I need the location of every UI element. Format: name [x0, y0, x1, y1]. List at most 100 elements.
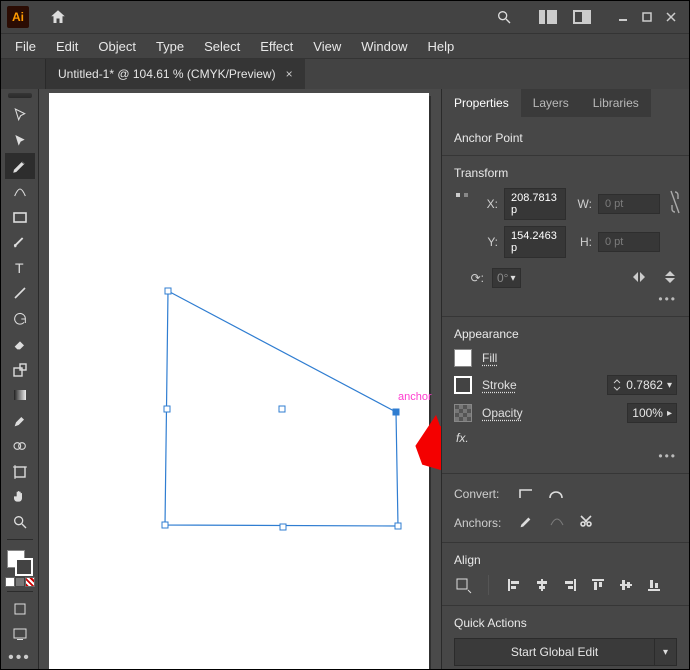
- app-badge: Ai: [7, 6, 29, 28]
- direct-selection-tool[interactable]: [5, 128, 35, 153]
- rectangle-tool[interactable]: [5, 204, 35, 229]
- cut-path-icon[interactable]: [578, 513, 594, 532]
- fill-stroke-swatches[interactable]: [5, 548, 35, 575]
- opacity-swatch[interactable]: [454, 404, 472, 422]
- opacity-field[interactable]: 100% ▸: [627, 403, 677, 423]
- align-vcenter-icon[interactable]: [617, 576, 635, 594]
- align-top-icon[interactable]: [589, 576, 607, 594]
- home-icon[interactable]: [45, 4, 71, 30]
- start-global-edit-button[interactable]: Start Global Edit: [454, 638, 655, 666]
- tab-libraries[interactable]: Libraries: [581, 89, 651, 117]
- pen-tool[interactable]: [5, 153, 35, 178]
- fill-label[interactable]: Fill: [482, 351, 497, 365]
- window-close-button[interactable]: [659, 7, 683, 27]
- quick-actions-heading: Quick Actions: [454, 616, 677, 630]
- x-label: X:: [478, 197, 498, 211]
- transform-heading: Transform: [454, 166, 677, 180]
- scale-tool[interactable]: [5, 357, 35, 382]
- appearance-heading: Appearance: [454, 327, 677, 341]
- menu-edit[interactable]: Edit: [46, 35, 88, 58]
- h-field[interactable]: 0 pt: [598, 232, 660, 252]
- convert-corner-icon[interactable]: [518, 484, 534, 503]
- y-label: Y:: [478, 235, 498, 249]
- appearance-more-icon[interactable]: •••: [454, 445, 677, 463]
- zoom-tool[interactable]: [5, 510, 35, 535]
- y-field[interactable]: 154.2463 p: [504, 226, 566, 258]
- x-field[interactable]: 208.7813 p: [504, 188, 566, 220]
- anchors-label: Anchors:: [454, 516, 508, 530]
- arrange-documents-icon[interactable]: [535, 4, 561, 30]
- align-hcenter-icon[interactable]: [533, 576, 551, 594]
- remove-anchor-icon[interactable]: [518, 513, 534, 532]
- document-tab-title: Untitled-1* @ 104.61 % (CMYK/Preview): [58, 67, 276, 81]
- tab-properties[interactable]: Properties: [442, 89, 521, 117]
- screen-mode[interactable]: [5, 622, 35, 647]
- path-object[interactable]: [49, 93, 429, 669]
- flip-horizontal-icon[interactable]: [631, 270, 647, 287]
- connect-endpoints-icon[interactable]: [548, 513, 564, 532]
- rotate-tool[interactable]: [5, 306, 35, 331]
- artboard-tool[interactable]: [5, 459, 35, 484]
- menu-window[interactable]: Window: [351, 35, 417, 58]
- reference-point-icon[interactable]: [454, 188, 470, 204]
- menu-object[interactable]: Object: [88, 35, 146, 58]
- toolbox: T •••: [1, 89, 39, 669]
- selection-tool[interactable]: [5, 102, 35, 127]
- tab-layers[interactable]: Layers: [521, 89, 581, 117]
- application-window: Ai File Edit Object Type Select Effect V…: [0, 0, 690, 670]
- toolbox-grip[interactable]: [8, 93, 32, 98]
- stroke-swatch[interactable]: [454, 376, 472, 394]
- menu-help[interactable]: Help: [417, 35, 464, 58]
- eyedropper-tool[interactable]: [5, 408, 35, 433]
- paintbrush-tool[interactable]: [5, 230, 35, 255]
- w-field[interactable]: 0 pt: [598, 194, 660, 214]
- angle-label: ⟳:: [454, 271, 484, 285]
- stroke-weight-field[interactable]: 0.7862 ▾: [607, 375, 677, 395]
- convert-smooth-icon[interactable]: [548, 484, 564, 503]
- menu-select[interactable]: Select: [194, 35, 250, 58]
- stroke-label[interactable]: Stroke: [482, 378, 517, 392]
- tab-gutter: [1, 59, 46, 89]
- curvature-tool[interactable]: [5, 179, 35, 204]
- properties-panel: Properties Layers Libraries Anchor Point…: [441, 89, 689, 669]
- menu-effect[interactable]: Effect: [250, 35, 303, 58]
- constrain-proportions-icon[interactable]: [668, 188, 682, 216]
- fx-button[interactable]: fx.: [456, 431, 677, 445]
- eraser-tool[interactable]: [5, 332, 35, 357]
- color-mode-row[interactable]: [5, 577, 35, 587]
- angle-field[interactable]: 0°▾: [492, 268, 521, 288]
- anchor-hint-label: anchor: [398, 391, 432, 403]
- line-segment-tool[interactable]: [5, 281, 35, 306]
- align-left-icon[interactable]: [505, 576, 523, 594]
- maximize-button[interactable]: [635, 7, 659, 27]
- menu-type[interactable]: Type: [146, 35, 194, 58]
- stepper-icon[interactable]: [612, 378, 622, 392]
- minimize-button[interactable]: [611, 7, 635, 27]
- flip-vertical-icon[interactable]: [663, 269, 677, 288]
- title-bar: Ai: [1, 1, 689, 33]
- align-to-dropdown[interactable]: [454, 576, 472, 594]
- fill-swatch[interactable]: [454, 349, 472, 367]
- transform-more-icon[interactable]: •••: [454, 288, 677, 306]
- svg-text:T: T: [15, 260, 24, 276]
- h-label: H:: [572, 235, 592, 249]
- close-icon[interactable]: ×: [286, 67, 293, 81]
- edit-toolbar-button[interactable]: •••: [8, 647, 31, 669]
- menu-view[interactable]: View: [303, 35, 351, 58]
- canvas[interactable]: anchor: [39, 89, 441, 669]
- gradient-tool[interactable]: [5, 382, 35, 407]
- start-global-edit-dropdown[interactable]: ▾: [655, 638, 677, 666]
- align-bottom-icon[interactable]: [645, 576, 663, 594]
- align-right-icon[interactable]: [561, 576, 579, 594]
- shape-builder-tool[interactable]: [5, 433, 35, 458]
- search-icon[interactable]: [491, 4, 517, 30]
- workspace-switcher-icon[interactable]: [569, 4, 595, 30]
- opacity-label[interactable]: Opacity: [482, 406, 523, 420]
- menu-bar: File Edit Object Type Select Effect View…: [1, 33, 689, 59]
- document-tab-row: Untitled-1* @ 104.61 % (CMYK/Preview) ×: [1, 59, 689, 89]
- menu-file[interactable]: File: [5, 35, 46, 58]
- type-tool[interactable]: T: [5, 255, 35, 280]
- hand-tool[interactable]: [5, 484, 35, 509]
- document-tab[interactable]: Untitled-1* @ 104.61 % (CMYK/Preview) ×: [46, 59, 305, 89]
- draw-mode-normal[interactable]: [5, 596, 35, 621]
